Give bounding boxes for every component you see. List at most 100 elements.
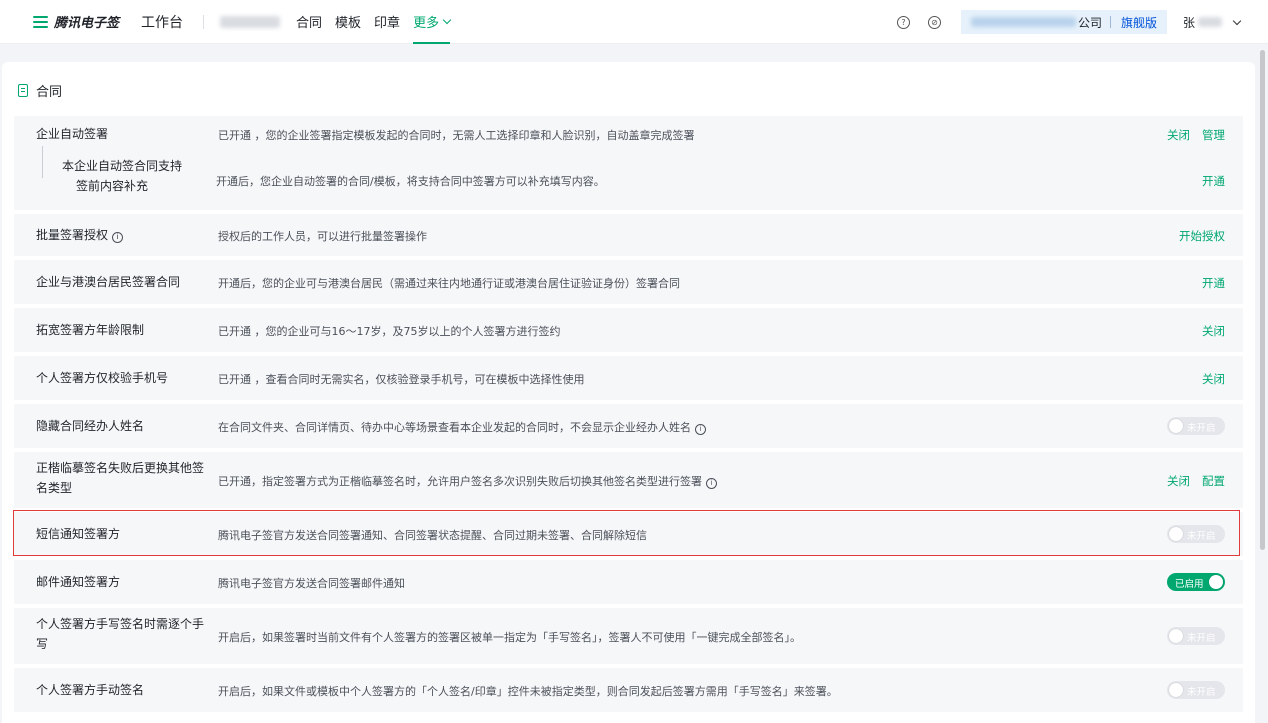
close-link[interactable]: 关闭: [1202, 371, 1225, 387]
toggle-switch[interactable]: 未开启: [1167, 681, 1225, 699]
setting-desc: 开通后，您的企业可与港澳台居民（需通过来往内地通行证或港澳台居住证验证身份）签署…: [218, 277, 680, 290]
toggle-label: 已启用: [1175, 579, 1204, 590]
setting-row-batch-sign: 批量签署授权 i 授权后的工作人员，可以进行批量签署操作 开始授权: [14, 214, 1243, 256]
setting-name-line2: 名类型: [36, 481, 73, 495]
nav-seal[interactable]: 印章: [374, 12, 400, 31]
setting-row-signature-fallback: 正楷临摹签名失败后更换其他签 名类型 已开通，指定签署方式为正楷临摹签名时，允许…: [14, 452, 1243, 508]
setting-name: 隐藏合同经办人姓名: [36, 419, 145, 433]
company-divider: [1109, 16, 1111, 28]
toggle-knob: [1169, 527, 1183, 541]
toggle-label: 未开启: [1187, 633, 1216, 644]
setting-desc: 已开通，指定签署方式为正楷临摹签名时，允许用户签名多次识别失败后切换其他签名类型…: [218, 473, 717, 489]
toggle-knob: [1169, 419, 1183, 433]
nav-template[interactable]: 模板: [335, 12, 361, 31]
contract-settings-card: 合同 企业自动签署 已开通 ，您的企业签署指定模板发起的合同时，无需人工选择印章…: [2, 62, 1255, 723]
brand-logo-icon: [33, 15, 48, 28]
page-scrollbar[interactable]: [1260, 50, 1265, 550]
link-circle-icon[interactable]: ⊘: [927, 15, 941, 29]
toggle-switch[interactable]: 未开启: [1167, 627, 1225, 645]
setting-name-line2: 写: [36, 637, 49, 651]
setting-desc: 开启后，如果签署时当前文件有个人签署方的签署区被单一指定为「手写签名」，签署人不…: [218, 631, 801, 644]
manage-link[interactable]: 管理: [1202, 127, 1225, 143]
sub-setting-name-line1: 本企业自动签合同支持: [62, 159, 183, 173]
enable-link[interactable]: 开通: [1202, 173, 1225, 189]
user-menu[interactable]: 张: [1182, 14, 1242, 31]
toggle-label: 未开启: [1187, 423, 1216, 434]
setting-actions: 开通: [1190, 275, 1225, 291]
close-link[interactable]: 关闭: [1167, 473, 1190, 489]
configure-link[interactable]: 配置: [1202, 473, 1225, 489]
setting-name: 个人签署方仅校验手机号: [36, 371, 169, 385]
setting-desc: 已开通 ，查看合同时无需实名，仅核验登录手机号，可在模板中选择性使用: [218, 373, 585, 386]
close-link[interactable]: 关闭: [1202, 323, 1225, 339]
top-navigation: 腾讯电子签 工作台 合同 模板 印章 更多 ? ⊘ 公司 旗舰版 张: [0, 0, 1268, 44]
nav-more-label: 更多: [413, 16, 440, 31]
toggle-label: 未开启: [1187, 687, 1216, 698]
nav-links: 合同 模板 印章 更多: [296, 0, 463, 44]
setting-desc: 在合同文件夹、合同详情页、待办中心等场景查看本企业发起的合同时，不会显示企业经办…: [218, 419, 706, 435]
toggle-knob: [1209, 575, 1223, 589]
sub-setting-desc: 开通后，您企业自动签署的合同/模板，将支持合同中签署方可以补充填写内容。: [216, 175, 605, 188]
setting-name: 企业与港澳台居民签署合同: [36, 275, 181, 289]
nav-contract[interactable]: 合同: [296, 12, 322, 31]
company-switcher[interactable]: 公司 旗舰版: [960, 10, 1167, 34]
user-initial: 张: [1182, 15, 1195, 30]
user-name-redacted: [1198, 17, 1222, 27]
toggle-knob: [1169, 683, 1183, 697]
chevron-down-icon: [442, 15, 452, 25]
setting-actions: 关闭: [1190, 371, 1225, 387]
setting-desc: 开启后，如果文件或模板中个人签署方的「个人签名/印章」控件未被指定类型，则合同发…: [218, 685, 838, 698]
setting-row-hide-operator: 隐藏合同经办人姓名 在合同文件夹、合同详情页、待办中心等场景查看本企业发起的合同…: [14, 404, 1243, 448]
contract-doc-icon: [18, 84, 28, 97]
setting-row-phone-only: 个人签署方仅校验手机号 已开通 ，查看合同时无需实名，仅核验登录手机号，可在模板…: [14, 356, 1243, 400]
nav-org-name-redacted[interactable]: [220, 15, 281, 28]
setting-row-handwrite-each: 个人签署方手写签名时需逐个手 写 开启后，如果签署时当前文件有个人签署方的签署区…: [14, 608, 1243, 664]
toggle-switch[interactable]: 未开启: [1167, 417, 1225, 435]
nav-divider: [203, 14, 205, 29]
setting-name: 邮件通知签署方: [36, 575, 121, 589]
info-icon[interactable]: i: [112, 232, 124, 243]
setting-name-line1: 个人签署方手写签名时需逐个手: [36, 617, 205, 631]
setting-name: 拓宽签署方年龄限制: [36, 323, 145, 337]
nav-more[interactable]: 更多: [413, 0, 452, 44]
nav-workbench[interactable]: 工作台: [141, 12, 183, 32]
brand-name: 腾讯电子签: [54, 16, 120, 31]
setting-name: 企业自动签署: [36, 127, 109, 141]
setting-row-auto-sign: 企业自动签署 已开通 ，您的企业签署指定模板发起的合同时，无需人工选择印章和人脸…: [14, 116, 1243, 210]
sub-setting-connector: [42, 146, 43, 178]
chevron-down-icon: [1232, 16, 1242, 25]
toggle-switch[interactable]: 未开启: [1167, 525, 1225, 543]
setting-name: 个人签署方手写签名时需逐个手 写: [36, 614, 204, 654]
setting-name: 短信通知签署方: [36, 527, 121, 541]
setting-desc: 腾讯电子签官方发送合同签署通知、合同签署状态提醒、合同过期未签署、合同解除短信: [218, 529, 647, 542]
company-name-redacted: [970, 17, 1076, 27]
setting-row-email-notify: 邮件通知签署方 腾讯电子签官方发送合同签署邮件通知 已启用: [14, 560, 1243, 604]
close-link[interactable]: 关闭: [1167, 127, 1190, 143]
setting-row-age-limit: 拓宽签署方年龄限制 已开通 ，您的企业可与16～17岁，及75岁以上的个人签署方…: [14, 308, 1243, 352]
brand-logo[interactable]: 腾讯电子签: [33, 12, 119, 31]
enable-link[interactable]: 开通: [1202, 275, 1225, 291]
setting-desc: 已开通 ，您的企业可与16～17岁，及75岁以上的个人签署方进行签约: [218, 325, 561, 338]
info-icon[interactable]: i: [706, 478, 717, 489]
setting-name-line1: 正楷临摹签名失败后更换其他签: [36, 461, 205, 475]
start-authorize-link[interactable]: 开始授权: [1179, 228, 1225, 244]
section-title: 合同: [18, 81, 62, 100]
setting-row-manual-sign: 个人签署方手动签名 开启后，如果文件或模板中个人签署方的「个人签名/印章」控件未…: [14, 668, 1243, 712]
question-circle-icon[interactable]: ?: [896, 15, 910, 29]
setting-desc: 腾讯电子签官方发送合同签署邮件通知: [218, 577, 405, 590]
sub-setting-name-line2: 签前内容补充: [76, 179, 149, 193]
setting-name: 正楷临摹签名失败后更换其他签 名类型: [36, 458, 204, 498]
setting-name: 个人签署方手动签名: [36, 683, 145, 697]
toggle-label: 未开启: [1187, 531, 1216, 542]
company-suffix: 公司: [1077, 15, 1102, 30]
sub-setting-name: 本企业自动签合同支持 签前内容补充: [62, 156, 182, 196]
edition-badge: 旗舰版: [1120, 15, 1157, 30]
setting-name: 批量签署授权 i: [36, 225, 124, 245]
settings-list: 企业自动签署 已开通 ，您的企业签署指定模板发起的合同时，无需人工选择印章和人脸…: [14, 116, 1243, 716]
section-title-text: 合同: [36, 85, 63, 100]
setting-desc: 授权后的工作人员，可以进行批量签署操作: [218, 230, 427, 243]
toggle-switch[interactable]: 已启用: [1167, 573, 1225, 591]
nav-right: ? ⊘ 公司 旗舰版 张: [896, 0, 1242, 44]
setting-actions: 关闭: [1190, 323, 1225, 339]
info-icon[interactable]: i: [695, 424, 706, 435]
